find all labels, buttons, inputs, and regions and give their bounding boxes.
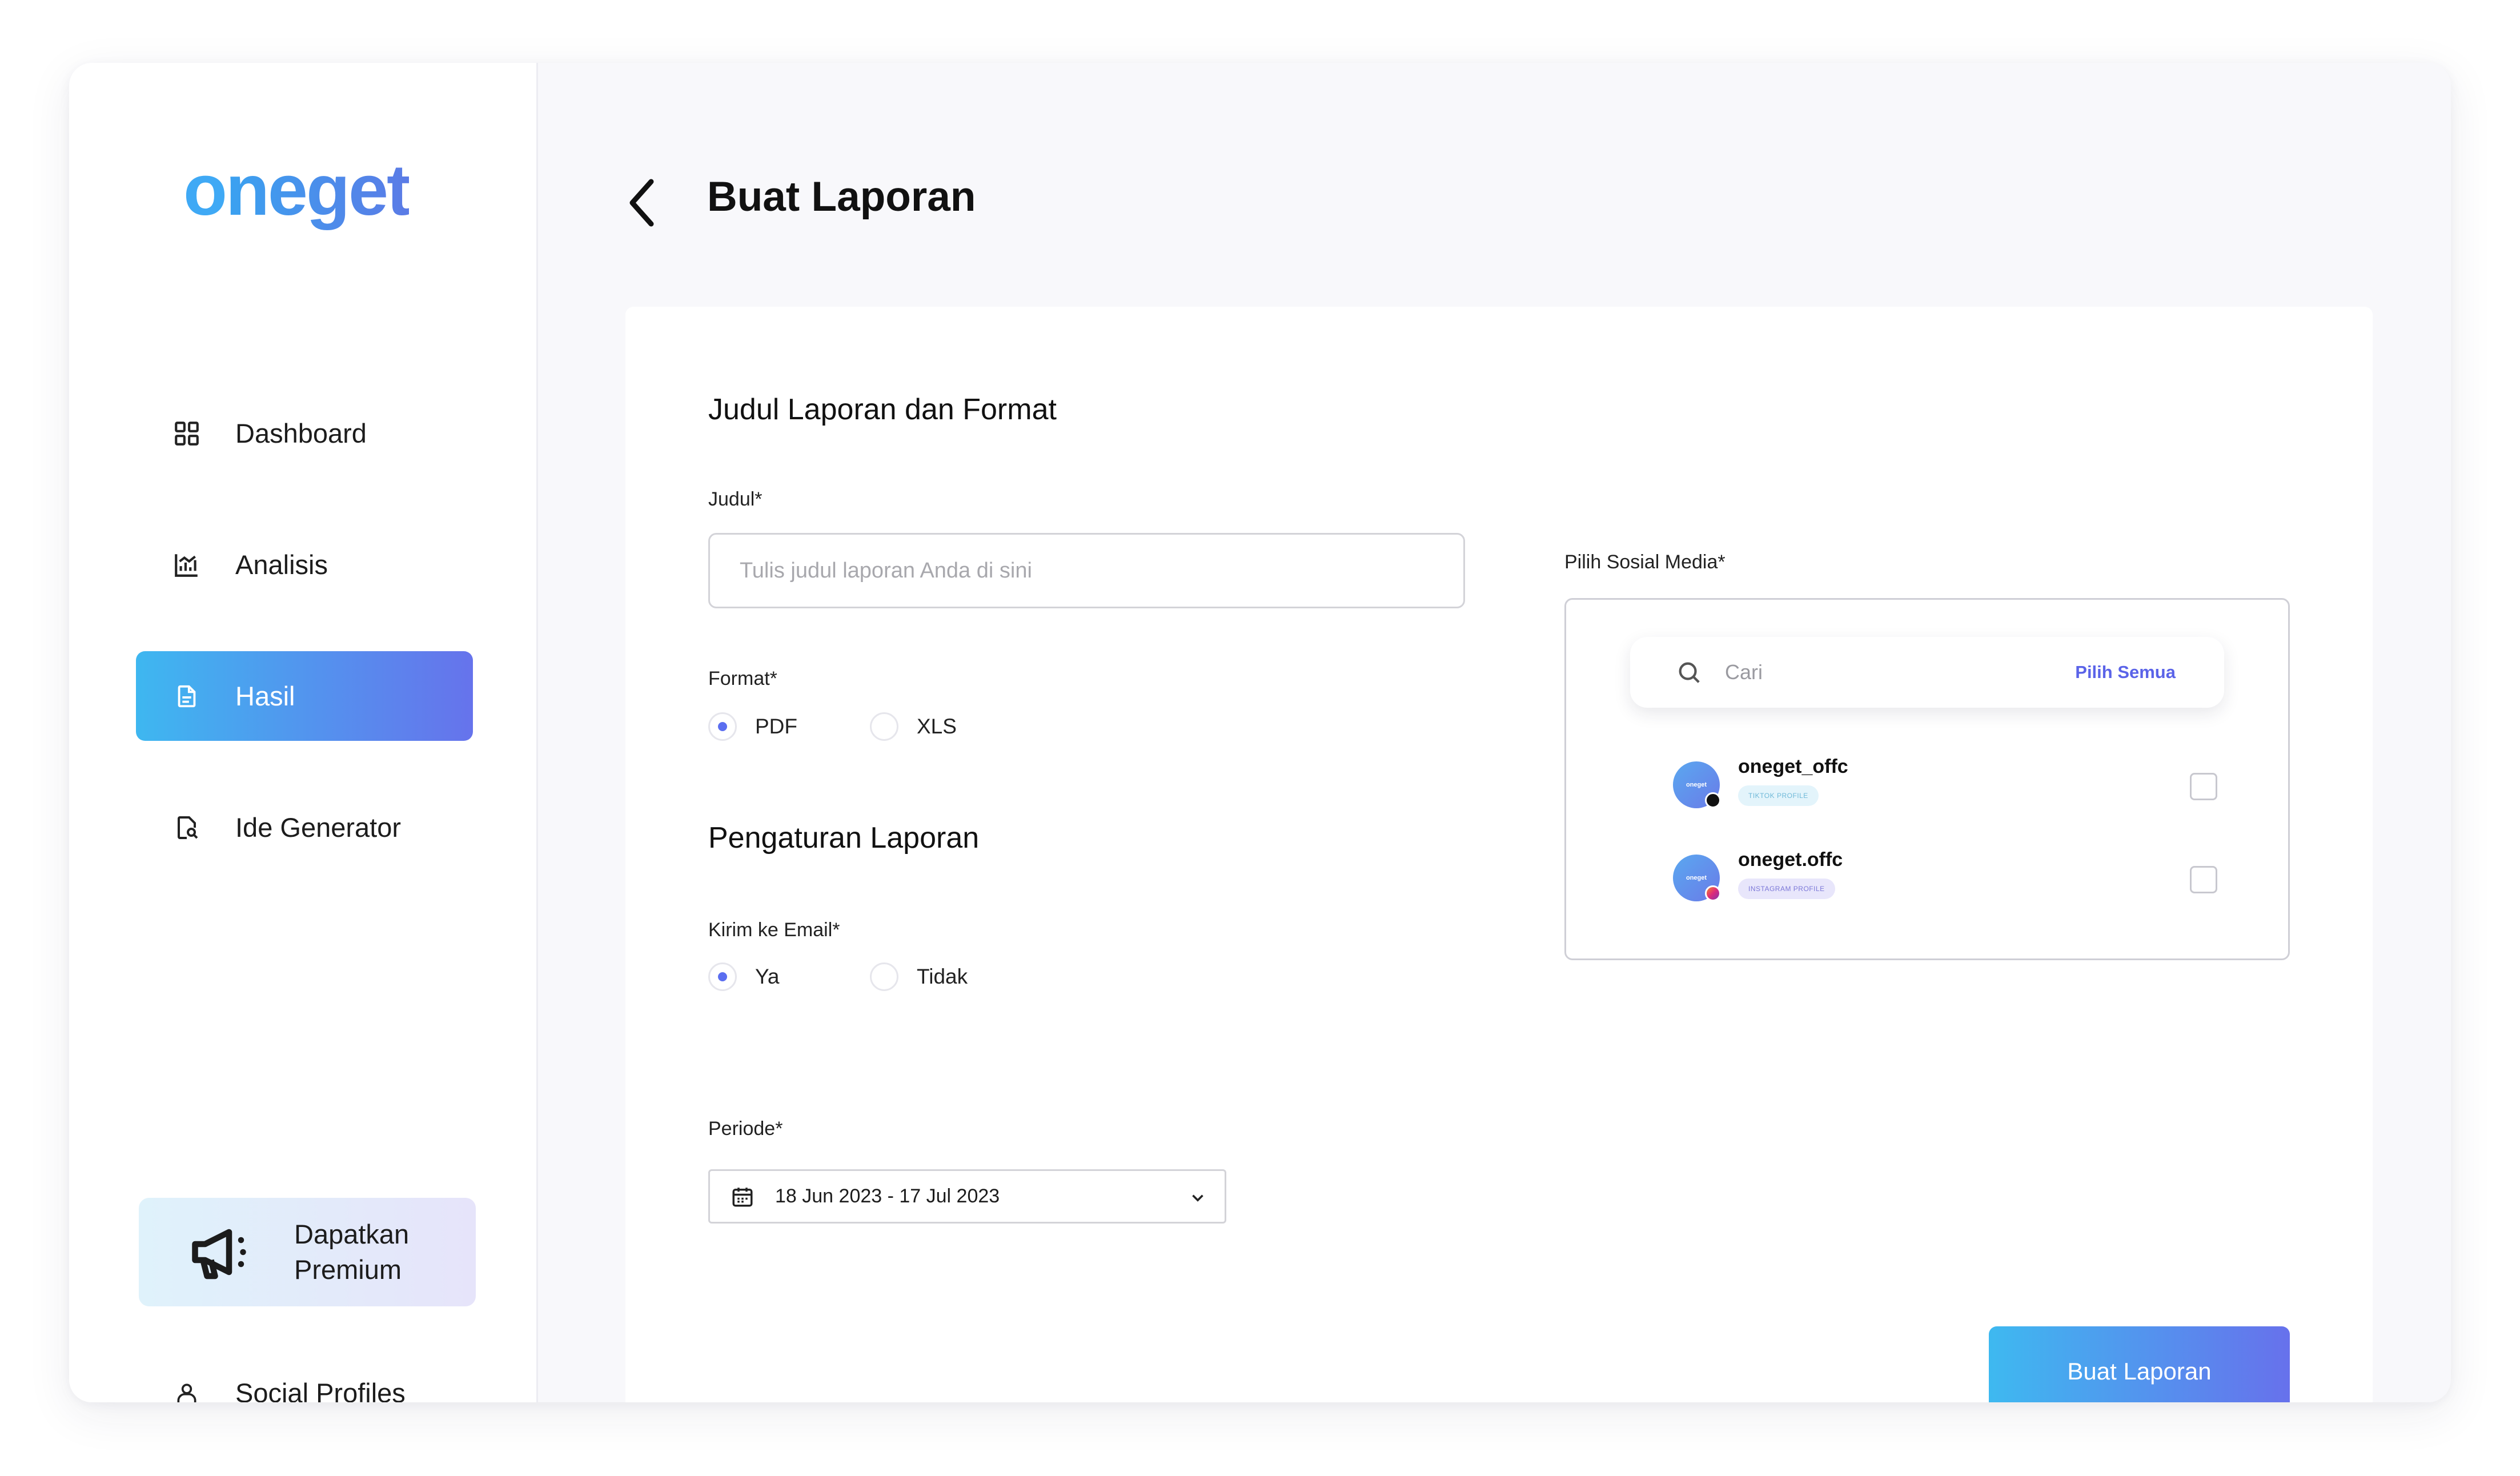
account-name: oneget.offc — [1738, 849, 1843, 871]
premium-line1: Dapatkan — [294, 1219, 410, 1249]
radio-dot — [870, 712, 898, 741]
premium-text: Dapatkan Premium — [294, 1217, 443, 1288]
radio-dot — [708, 712, 737, 741]
sidebar-item-ide-generator[interactable]: Ide Generator — [136, 783, 473, 872]
calendar-icon — [732, 1187, 753, 1206]
sidebar-item-label: Hasil — [235, 681, 295, 711]
radio-dot — [708, 962, 737, 991]
sidebar-item-label: Dashboard — [235, 418, 367, 448]
tiktok-icon — [1705, 792, 1721, 808]
account-checkbox[interactable] — [2190, 773, 2217, 800]
sidebar-item-analisis[interactable]: Analisis — [136, 520, 473, 609]
radio-dot — [870, 962, 898, 991]
megaphone-icon — [192, 1229, 246, 1280]
search-icon — [1679, 662, 1700, 683]
profile-type-badge: INSTAGRAM PROFILE — [1738, 879, 1835, 899]
chevron-left-icon[interactable] — [625, 177, 660, 228]
account-checkbox[interactable] — [2190, 866, 2217, 893]
section-title-judul-format: Judul Laporan dan Format — [708, 393, 1057, 426]
periode-value: 18 Jun 2023 - 17 Jul 2023 — [775, 1185, 1000, 1207]
app-frame: oneget Dashboard Analisis Hasil Ide Gene… — [69, 63, 2451, 1402]
instagram-icon — [1705, 885, 1721, 901]
document-search-icon — [171, 812, 202, 843]
sidebar: oneget Dashboard Analisis Hasil Ide Gene… — [69, 63, 538, 1402]
periode-date-picker[interactable]: 18 Jun 2023 - 17 Jul 2023 — [708, 1169, 1226, 1224]
social-search-bar[interactable]: Cari Pilih Semua — [1630, 637, 2224, 708]
format-radio-xls[interactable]: XLS — [870, 712, 957, 741]
user-icon — [171, 1378, 202, 1402]
email-label: Kirim ke Email* — [708, 919, 840, 941]
sidebar-item-label: Ide Generator — [235, 812, 402, 843]
email-radio-ya[interactable]: Ya — [708, 962, 780, 991]
oneget-logo[interactable]: oneget — [183, 154, 411, 226]
account-row-tiktok[interactable]: oneget oneget_offc TIKTOK PROFILE — [1673, 751, 2227, 814]
account-name: oneget_offc — [1738, 756, 1848, 777]
sidebar-item-hasil[interactable]: Hasil — [136, 651, 473, 741]
logo-rest: neget — [225, 150, 411, 230]
sidebar-item-label: Social Profiles — [235, 1378, 406, 1402]
page-title: Buat Laporan — [707, 174, 976, 220]
social-media-picker: Cari Pilih Semua oneget oneget_offc TIKT… — [1564, 598, 2290, 960]
select-all-link[interactable]: Pilih Semua — [2075, 662, 2176, 683]
periode-label: Periode* — [708, 1118, 783, 1140]
logo-o: o — [183, 150, 227, 230]
radio-label: Tidak — [917, 965, 968, 988]
buat-laporan-button[interactable]: Buat Laporan — [1989, 1326, 2290, 1402]
radio-label: XLS — [917, 715, 957, 738]
radio-label: Ya — [755, 965, 780, 988]
judul-input[interactable] — [708, 533, 1465, 608]
format-label: Format* — [708, 668, 777, 689]
profile-type-badge: TIKTOK PROFILE — [1738, 785, 1819, 806]
sidebar-item-social-profiles[interactable]: Social Profiles — [136, 1348, 473, 1402]
sidebar-item-dashboard[interactable]: Dashboard — [136, 388, 473, 478]
social-media-label: Pilih Sosial Media* — [1564, 551, 1726, 573]
report-form-card: Judul Laporan dan Format Judul* Format* … — [625, 307, 2373, 1402]
judul-label: Judul* — [708, 488, 763, 510]
dashboard-grid-icon — [171, 418, 202, 449]
search-input[interactable]: Cari — [1725, 660, 1763, 684]
format-radio-pdf[interactable]: PDF — [708, 712, 797, 741]
document-icon — [171, 681, 202, 712]
chevron-down-icon — [1192, 1194, 1203, 1202]
email-radio-tidak[interactable]: Tidak — [870, 962, 968, 991]
account-row-instagram[interactable]: oneget oneget.offc INSTAGRAM PROFILE — [1673, 844, 2227, 907]
section-title-pengaturan: Pengaturan Laporan — [708, 821, 980, 855]
analytics-chart-icon — [171, 550, 202, 580]
sidebar-item-label: Analisis — [235, 550, 328, 580]
premium-line2: Premium — [294, 1254, 402, 1285]
premium-banner[interactable]: Dapatkan Premium — [139, 1198, 476, 1306]
radio-label: PDF — [755, 715, 797, 738]
